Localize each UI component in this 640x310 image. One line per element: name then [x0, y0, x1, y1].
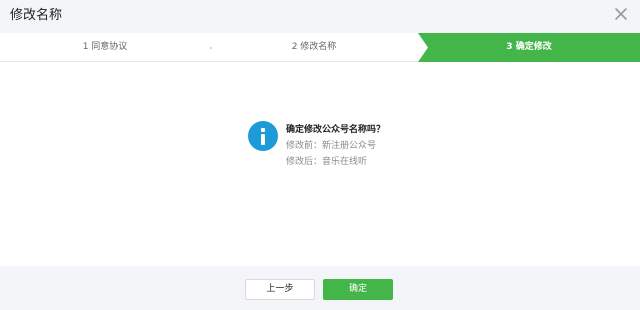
- confirm-question: 确定修改公众号名称吗？: [286, 125, 386, 135]
- step-agree-terms: 1 同意协议: [0, 33, 210, 62]
- dialog-body: 确定修改公众号名称吗？ 修改前：新注册公众号 修改后：音乐在线听: [0, 62, 640, 266]
- previous-step-button[interactable]: 上一步: [245, 279, 315, 300]
- step-indicator: 1 同意协议 2 修改名称 3 确定修改: [0, 33, 640, 62]
- name-before: 修改前：新注册公众号: [286, 141, 377, 151]
- confirm-message: 确定修改公众号名称吗？ 修改前：新注册公众号 修改后：音乐在线听: [286, 124, 486, 168]
- close-icon[interactable]: [614, 7, 628, 21]
- step-confirm-edit: 3 确定修改: [418, 33, 640, 62]
- step-label: 1 同意协议: [82, 42, 128, 52]
- name-after: 修改后：音乐在线听: [286, 157, 368, 167]
- step-edit-name: 2 修改名称: [210, 33, 418, 62]
- info-icon: [248, 121, 278, 151]
- step-label: 2 修改名称: [291, 42, 337, 52]
- dialog-footer: 上一步 确定: [0, 266, 640, 310]
- step-label: 3 确定修改: [506, 42, 552, 52]
- confirm-button[interactable]: 确定: [323, 279, 393, 300]
- dialog-title: 修改名称: [10, 8, 63, 23]
- rename-dialog: 修改名称 1 同意协议 2 修改名称 3 确定修改 确定修改公众号名称吗？ 修改…: [0, 0, 640, 310]
- dialog-header: 修改名称: [0, 0, 640, 33]
